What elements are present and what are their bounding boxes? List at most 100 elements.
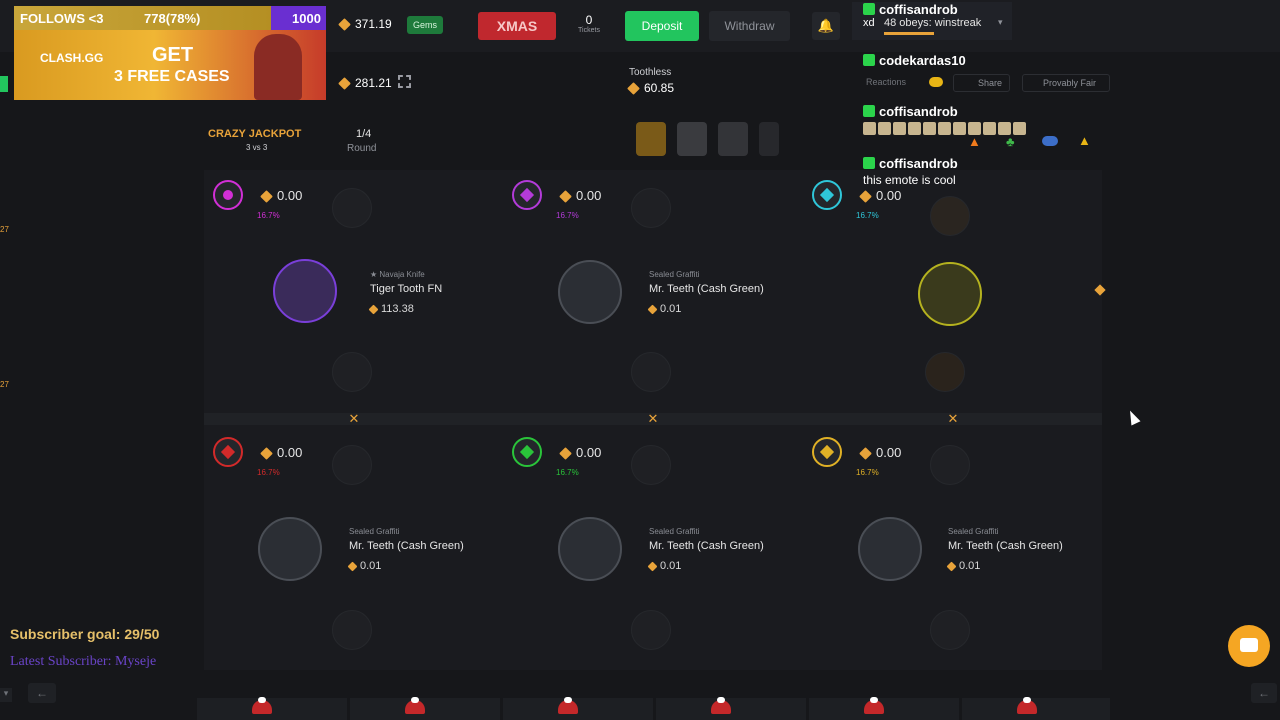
share-button[interactable]: Share — [953, 74, 1010, 92]
item-price: 0.01 — [647, 303, 682, 315]
swords-icon: ✕ — [348, 411, 360, 426]
xmas-button[interactable]: XMAS — [478, 12, 556, 40]
item-price-text: 0.01 — [959, 560, 981, 572]
kick-icon — [863, 3, 875, 15]
player-name: Toothless — [629, 67, 672, 78]
gem-icon — [627, 82, 640, 96]
santa-hat-icon — [864, 697, 884, 714]
chat-message: this emote is cool — [863, 173, 956, 187]
deposit-label: Deposit — [641, 19, 683, 33]
ad-line-2: 3 FREE CASES — [114, 68, 230, 85]
left-edge-tab — [0, 76, 8, 92]
gems-badge[interactable]: Gems — [407, 16, 443, 34]
bottom-slot — [503, 698, 653, 720]
follows-goal: 1000 — [292, 11, 321, 26]
mode-title: CRAZY JACKPOT — [208, 128, 302, 140]
santa-hat-icon — [405, 697, 425, 714]
reactions-toggle[interactable] — [929, 77, 943, 87]
ad-brand: CLASH.GG — [40, 51, 104, 65]
player-avatar — [213, 180, 243, 210]
emote-icon — [893, 122, 906, 135]
item-name: Mr. Teeth (Cash Green) — [948, 540, 1063, 552]
chevron-down-icon[interactable]: ▾ — [998, 17, 1003, 28]
item-name: Mr. Teeth (Cash Green) — [349, 540, 464, 552]
back-arrow-icon[interactable]: ← — [28, 683, 56, 703]
balance-display: 371.19 — [338, 17, 392, 32]
player-value: 0.00 — [260, 188, 302, 203]
player-avatar — [812, 437, 842, 467]
withdraw-button[interactable]: Withdraw — [709, 11, 790, 41]
gems-label: Gems — [412, 20, 437, 30]
tickets-display: 0 Tickets — [566, 13, 612, 34]
kick-icon — [863, 54, 875, 66]
ad-line-1: GET — [152, 44, 194, 66]
chat-username-text: coffisandrob — [879, 156, 958, 171]
kick-icon — [863, 157, 875, 169]
gem-icon — [338, 18, 351, 32]
ghost-item — [631, 188, 671, 228]
gem-icon — [368, 304, 379, 315]
swords-icon: ✕ — [647, 411, 659, 426]
clover-icon: ♣ — [1006, 134, 1015, 149]
gem-icon — [260, 447, 273, 460]
item-price: 0.01 — [347, 560, 381, 572]
fullscreen-icon[interactable] — [398, 75, 411, 88]
back-arrow-icon[interactable]: ← — [1251, 683, 1277, 703]
ghost-item — [631, 610, 671, 650]
player-value-text: 0.00 — [576, 445, 602, 460]
gem-icon — [260, 190, 273, 203]
emote-icon — [983, 122, 996, 135]
round-count: 1/4 — [356, 128, 372, 140]
item-price: 113.38 — [368, 303, 414, 315]
bell-icon[interactable]: 🔔 — [812, 12, 840, 40]
item-price-text: 0.01 — [660, 303, 682, 315]
item-price-text: 0.01 — [660, 560, 682, 572]
left-edge-value-b: 27 — [0, 380, 9, 389]
secondary-balance-value: 281.21 — [355, 76, 392, 90]
chat-message: xd — [863, 17, 875, 29]
emote-icon — [1042, 136, 1058, 146]
user-status: 48 obeys: winstreak — [884, 17, 982, 29]
swords-icon: ✕ — [947, 411, 959, 426]
ghost-item — [930, 610, 970, 650]
bottom-slot — [809, 698, 959, 720]
latest-subscriber: Latest Subscriber: Myseje — [10, 654, 157, 669]
balance-value: 371.19 — [355, 17, 392, 31]
item-category: Sealed Graffiti — [349, 527, 400, 536]
item-image — [258, 517, 322, 581]
chat-support-button[interactable] — [1228, 625, 1270, 667]
chevron-down-icon[interactable]: ▾ — [0, 688, 12, 702]
player-value-text: 0.00 — [277, 445, 303, 460]
chat-bubble-icon — [1240, 638, 1258, 652]
santa-hat-icon — [252, 697, 272, 714]
character-avatar — [254, 34, 302, 100]
chat-username: coffisandrob — [863, 2, 958, 17]
secondary-balance: 281.21 — [338, 76, 392, 91]
item-category: Sealed Graffiti — [649, 527, 700, 536]
case-icon — [677, 122, 707, 156]
player-pct: 16.7% — [556, 211, 579, 220]
round-label: Round — [347, 143, 377, 154]
player-pct: 16.7% — [556, 468, 579, 477]
item-name: Mr. Teeth (Cash Green) — [649, 540, 764, 552]
case-icon — [759, 122, 779, 156]
player-pct: 16.7% — [257, 468, 280, 477]
gem-icon — [647, 561, 658, 572]
gem-icon — [647, 304, 658, 315]
emote-row — [863, 122, 1028, 140]
gem-icon — [859, 447, 872, 460]
chat-username: coffisandrob — [863, 104, 958, 119]
ghost-item — [332, 445, 372, 485]
reactions-label[interactable]: Reactions — [866, 77, 906, 87]
deposit-button[interactable]: Deposit — [625, 11, 699, 41]
player-pct: 16.7% — [257, 211, 280, 220]
tickets-label: Tickets — [578, 27, 600, 34]
item-category: Sealed Graffiti — [649, 270, 700, 279]
player-avatar — [812, 180, 842, 210]
player-avatar — [512, 437, 542, 467]
case-icon — [718, 122, 748, 156]
chat-username: codekardas10 — [863, 53, 966, 68]
bottom-slot — [350, 698, 500, 720]
page: 371.19 Gems XMAS 0 Tickets Deposit Withd… — [0, 0, 1280, 720]
provably-fair-button[interactable]: Provably Fair — [1022, 74, 1110, 92]
